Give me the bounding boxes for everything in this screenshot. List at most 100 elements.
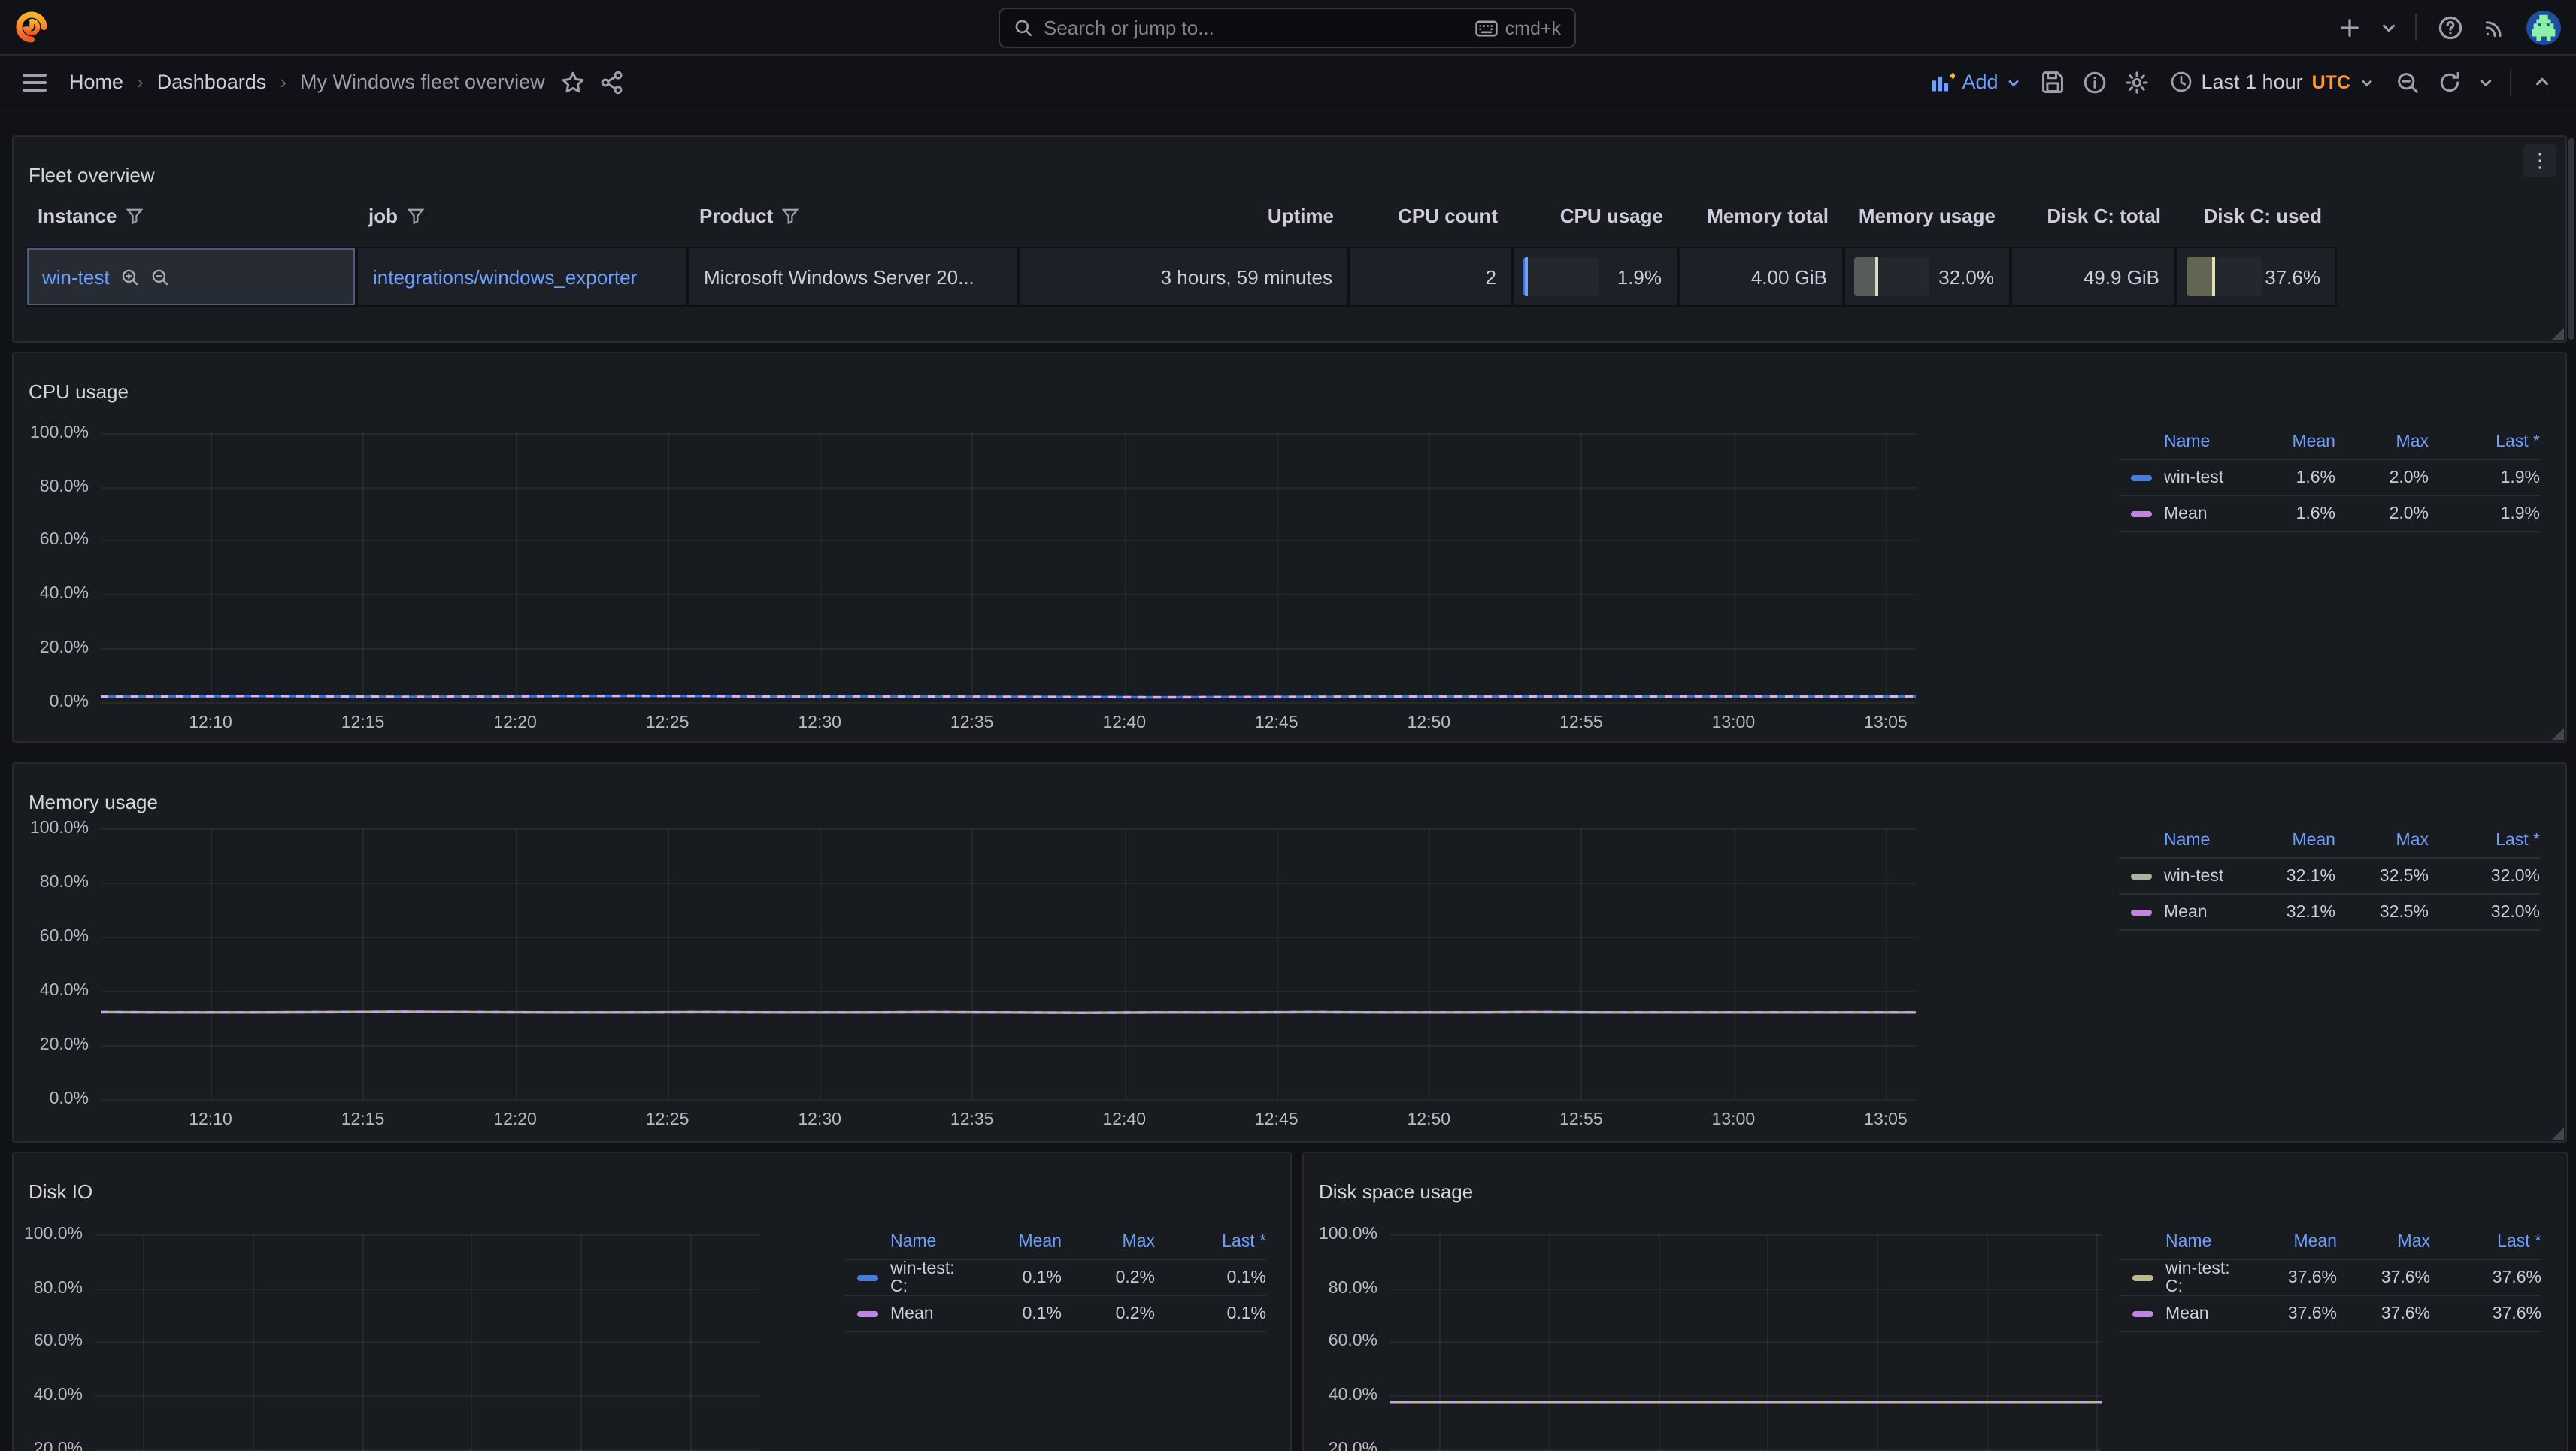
x-axis-tick-label: 12:30 bbox=[782, 713, 857, 732]
legend-series-label: Mean bbox=[2165, 1304, 2209, 1322]
panel-info-icon[interactable] bbox=[2075, 62, 2114, 101]
zoom-out-cell-icon[interactable] bbox=[150, 267, 170, 286]
legend-value: 37.6% bbox=[2241, 1269, 2337, 1287]
legend-header-last[interactable]: Last * bbox=[2429, 432, 2540, 450]
job-link[interactable]: integrations/windows_exporter bbox=[358, 265, 637, 288]
menu-hamburger-icon[interactable] bbox=[15, 62, 54, 101]
refresh-interval-chevron-icon[interactable] bbox=[2472, 62, 2499, 101]
column-header-disk-c-total[interactable]: Disk C: total bbox=[2023, 198, 2161, 232]
legend-value: 0.1% bbox=[1155, 1304, 1266, 1322]
legend-header-name[interactable]: Name bbox=[2119, 432, 2239, 450]
refresh-icon[interactable] bbox=[2430, 62, 2469, 101]
breadcrumb-home[interactable]: Home bbox=[69, 71, 123, 93]
column-header-product[interactable]: Product bbox=[699, 198, 1003, 232]
legend-series-name[interactable]: Mean bbox=[2119, 504, 2239, 523]
legend-series-name[interactable]: Mean bbox=[2119, 903, 2239, 921]
legend-header-max[interactable]: Max bbox=[2335, 831, 2429, 849]
instance-link[interactable]: win-test bbox=[27, 265, 110, 288]
y-axis-tick-label: 100.0% bbox=[20, 426, 89, 442]
x-axis-tick-label: 13:00 bbox=[1696, 713, 1771, 732]
legend-header-max[interactable]: Max bbox=[2337, 1232, 2430, 1250]
legend-header-max[interactable]: Max bbox=[2335, 432, 2429, 450]
y-axis-tick-label: 60.0% bbox=[20, 533, 89, 550]
column-header-label: Uptime bbox=[1268, 204, 1334, 226]
add-button-label: Add bbox=[1962, 71, 1998, 93]
legend-row: win-test: C:0.1%0.2%0.1% bbox=[845, 1260, 1266, 1296]
legend-header-last[interactable]: Last * bbox=[2430, 1232, 2541, 1250]
timeseries-plot[interactable] bbox=[14, 764, 2565, 1141]
legend-series-name[interactable]: win-test: C: bbox=[2120, 1260, 2241, 1296]
user-avatar[interactable] bbox=[2526, 10, 2561, 44]
time-range-picker[interactable]: Last 1 hour UTC bbox=[2159, 71, 2386, 93]
filter-funnel-icon[interactable] bbox=[126, 207, 143, 223]
legend-header-mean[interactable]: Mean bbox=[965, 1232, 1062, 1250]
panel-menu-kebab-icon[interactable]: ⋮ bbox=[2523, 144, 2556, 177]
filter-funnel-icon[interactable] bbox=[407, 207, 423, 223]
save-icon[interactable] bbox=[2033, 62, 2072, 101]
x-axis-tick-label: 13:05 bbox=[1848, 1111, 1923, 1129]
panel-resize-handle[interactable] bbox=[2552, 328, 2564, 340]
column-header-memory-total[interactable]: Memory total bbox=[1690, 198, 1829, 232]
cell-value: 4.00 GiB bbox=[1751, 265, 1842, 288]
cell-value: Microsoft Windows Server 20... bbox=[689, 265, 974, 288]
legend-series-name[interactable]: win-test bbox=[2119, 468, 2239, 486]
gridline-vertical bbox=[1733, 828, 1735, 1099]
collapse-chevron-up-icon[interactable] bbox=[2522, 62, 2561, 101]
legend-header-name[interactable]: Name bbox=[2119, 831, 2239, 849]
new-plus-icon[interactable] bbox=[2329, 8, 2368, 47]
legend-series-name[interactable]: win-test: C: bbox=[845, 1260, 965, 1296]
zoom-out-icon[interactable] bbox=[2388, 62, 2427, 101]
legend-series-name[interactable]: Mean bbox=[2120, 1304, 2241, 1322]
legend-header-mean[interactable]: Mean bbox=[2241, 1232, 2337, 1250]
cell-job[interactable]: integrations/windows_exporter bbox=[358, 248, 686, 305]
timeseries-plot[interactable] bbox=[14, 353, 2565, 741]
legend-header-last[interactable]: Last * bbox=[1155, 1232, 1266, 1250]
grafana-logo-icon[interactable] bbox=[14, 10, 48, 44]
help-icon[interactable] bbox=[2430, 8, 2469, 47]
column-header-uptime[interactable]: Uptime bbox=[1030, 198, 1334, 232]
legend-header-name[interactable]: Name bbox=[845, 1232, 965, 1250]
cell-value: 49.9 GiB bbox=[2084, 265, 2174, 288]
legend-header-mean[interactable]: Mean bbox=[2239, 432, 2335, 450]
legend-header-mean[interactable]: Mean bbox=[2239, 831, 2335, 849]
column-header-cpu-usage[interactable]: CPU usage bbox=[1525, 198, 1663, 232]
gridline-vertical bbox=[1124, 828, 1126, 1099]
panel-resize-handle[interactable] bbox=[2552, 1128, 2564, 1140]
column-header-memory-usage[interactable]: Memory usage bbox=[1856, 198, 1996, 232]
timezone-label: UTC bbox=[2312, 71, 2350, 92]
zoom-in-icon[interactable] bbox=[120, 267, 140, 286]
search-input[interactable]: Search or jump to... cmd+k bbox=[999, 8, 1576, 48]
filter-funnel-icon[interactable] bbox=[782, 207, 799, 223]
legend-header-name[interactable]: Name bbox=[2120, 1232, 2241, 1250]
legend-series-name[interactable]: win-test bbox=[2119, 867, 2239, 885]
share-icon[interactable] bbox=[593, 62, 632, 101]
column-header-instance[interactable]: Instance bbox=[38, 198, 341, 232]
gridline-horizontal bbox=[101, 883, 1916, 884]
y-axis-tick-label: 0.0% bbox=[20, 1092, 89, 1108]
legend-value: 32.5% bbox=[2335, 903, 2429, 921]
settings-gear-icon[interactable] bbox=[2117, 62, 2156, 101]
y-axis-tick-label: 20.0% bbox=[14, 1442, 83, 1451]
breadcrumb-dashboards[interactable]: Dashboards bbox=[157, 71, 267, 93]
column-header-cpu-count[interactable]: CPU count bbox=[1361, 198, 1498, 232]
cell-instance[interactable]: win-test bbox=[27, 248, 355, 305]
favorite-star-icon[interactable] bbox=[554, 62, 593, 101]
x-axis-tick-label: 13:00 bbox=[1696, 1111, 1771, 1129]
column-header-disk-c-used[interactable]: Disk C: used bbox=[2188, 198, 2322, 232]
y-axis-tick-label: 40.0% bbox=[1308, 1388, 1377, 1404]
panel-title: CPU usage bbox=[29, 380, 129, 403]
scrollbar-thumb[interactable] bbox=[2568, 138, 2574, 340]
panel-resize-handle[interactable] bbox=[2552, 728, 2564, 740]
column-header-job[interactable]: job bbox=[368, 198, 672, 232]
new-chevron-down-icon[interactable] bbox=[2374, 8, 2402, 47]
legend-series-name[interactable]: Mean bbox=[845, 1304, 965, 1322]
legend-header-last[interactable]: Last * bbox=[2429, 831, 2540, 849]
news-rss-icon[interactable] bbox=[2475, 8, 2514, 47]
legend-series-swatch-icon bbox=[2131, 909, 2152, 915]
time-range-label: Last 1 hour bbox=[2202, 71, 2303, 93]
y-axis-tick-label: 80.0% bbox=[20, 479, 89, 495]
gridline-horizontal bbox=[95, 1234, 759, 1236]
legend-header-max[interactable]: Max bbox=[1062, 1232, 1155, 1250]
add-button[interactable]: Add bbox=[1921, 71, 2029, 93]
gridline-vertical bbox=[972, 433, 974, 701]
